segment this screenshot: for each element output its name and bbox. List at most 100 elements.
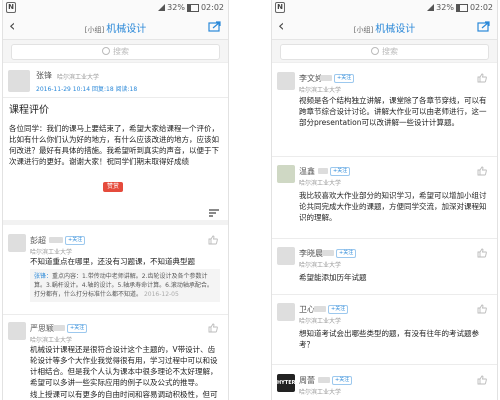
avatar[interactable] (8, 234, 26, 252)
clock: 02:02 (469, 3, 493, 12)
post-author[interactable]: 张锋 (36, 70, 52, 81)
post-title: 课程评价 (9, 105, 49, 116)
search-icon (102, 47, 110, 55)
thumbs-up-icon[interactable] (477, 166, 487, 176)
comment-school: 哈尔滨工业大学 (30, 249, 73, 256)
redacted-bar (49, 237, 63, 243)
comment-author[interactable]: 卫心 (299, 304, 315, 315)
thumbs-up-icon[interactable] (477, 375, 487, 385)
comment-school: 哈尔滨工业大学 (299, 389, 342, 396)
follow-button[interactable]: +关注 (67, 324, 88, 333)
thumbs-up-icon[interactable] (477, 304, 487, 314)
avatar[interactable] (277, 72, 295, 90)
comment-school: 哈尔滨工业大学 (299, 318, 342, 325)
comment-author[interactable]: 彭超 (30, 235, 46, 246)
divider (272, 364, 497, 365)
avatar[interactable] (277, 165, 295, 183)
comment-school: 哈尔滨工业大学 (299, 262, 342, 269)
redacted-bar (318, 377, 330, 383)
follow-button[interactable]: +关注 (332, 376, 353, 385)
avatar[interactable]: HYTERS (277, 374, 299, 392)
search-input[interactable]: 搜索 (280, 44, 489, 60)
group-bracket: [小组] (353, 26, 374, 34)
sort-icon[interactable] (209, 209, 219, 217)
search-bar: 搜索 (3, 40, 228, 63)
comment-author[interactable]: 李晓晨 (299, 248, 323, 259)
redacted-bar (53, 325, 65, 331)
comment-author[interactable]: 严思颖 (30, 323, 54, 334)
divider (3, 314, 228, 315)
comment-text: 不知道重点在哪里，还没有习题课，不知道典型题 (30, 257, 195, 266)
comment-text: 想知道考试会出哪些类型的题，有没有往年的考试题参考？ (299, 329, 479, 349)
right-phone-screen: N 32% 02:02 ‹ [小组] 机械设计 搜索 李文婷 +关注 哈尔滨工业大… (271, 0, 498, 400)
redacted-bar (314, 306, 326, 312)
group-title: 机械设计 (375, 24, 416, 35)
status-bar: N 32% 02:02 (272, 0, 497, 15)
search-icon (371, 47, 379, 55)
sim-indicator: N (6, 2, 16, 13)
share-icon[interactable] (477, 20, 491, 32)
share-icon[interactable] (208, 20, 222, 32)
thumbs-up-icon[interactable] (477, 73, 487, 83)
follow-button[interactable]: +关注 (334, 74, 355, 83)
search-input[interactable]: 搜索 (11, 44, 220, 60)
comment-text: 视频是各个结构独立讲解，课堂除了各章节穿线，可以有跨章节综合设计讨论。讲解大作业… (299, 96, 487, 127)
status-right: 32% 02:02 (427, 2, 493, 13)
signal-icon (158, 4, 166, 11)
comment-author[interactable]: 温鑫 (299, 166, 315, 177)
comment-school: 哈尔滨工业大学 (30, 337, 73, 344)
reward-button[interactable]: 赞赏 (103, 182, 123, 192)
avatar[interactable] (8, 322, 26, 340)
avatar[interactable] (8, 70, 30, 92)
nav-bar: ‹ [小组] 机械设计 (272, 15, 497, 40)
comment-school: 哈尔滨工业大学 (299, 87, 342, 94)
battery-percent: 32% (436, 3, 454, 12)
thumbs-up-icon[interactable] (477, 248, 487, 258)
left-phone-screen: N 32% 02:02 ‹ [小组] 机械设计 搜索 张锋 哈尔滨工业大学 201… (2, 0, 229, 400)
avatar[interactable] (277, 247, 295, 265)
page-title: [小组] 机械设计 (272, 20, 497, 35)
redacted-bar (318, 168, 328, 174)
section-separator (3, 220, 228, 225)
comment-author[interactable]: 周蕾 (299, 375, 315, 386)
comment-school: 哈尔滨工业大学 (299, 180, 342, 187)
divider (272, 238, 497, 239)
signal-icon (427, 4, 435, 11)
comment-text: 我比较喜欢大作业部分的知识学习，希望可以增加小组讨论共同完成大作业的课题，方便同… (299, 191, 487, 222)
clock: 02:02 (200, 3, 224, 12)
group-title: 机械设计 (106, 24, 147, 35)
follow-button[interactable]: +关注 (65, 236, 86, 245)
avatar[interactable] (277, 303, 295, 321)
divider (272, 294, 497, 295)
reply-time: 2016-12-05 (143, 291, 179, 298)
battery-percent: 32% (167, 3, 185, 12)
divider (272, 156, 497, 157)
post-body: 各位同学：我们的课马上要结束了，希望大家给课程一个评价，比如有什么你们认为好的地… (9, 124, 219, 166)
comment-text-continued: 线上授课可以有更多的自由时间和容易调动积极性，但可 (30, 390, 218, 399)
follow-button[interactable]: +关注 (328, 305, 349, 314)
comment-text: 希望能添加历年试题 (299, 273, 367, 282)
status-bar: N 32% 02:02 (3, 0, 228, 15)
post-school: 哈尔滨工业大学 (57, 74, 100, 81)
search-placeholder: 搜索 (382, 47, 398, 56)
page-title: [小组] 机械设计 (3, 20, 228, 35)
battery-icon (186, 3, 199, 12)
thumbs-up-icon[interactable] (208, 323, 218, 333)
redacted-bar (322, 250, 334, 256)
follow-button[interactable]: +关注 (330, 167, 351, 176)
redacted-bar (320, 75, 332, 81)
group-bracket: [小组] (84, 26, 105, 34)
reply-box: 张锋：重点内容：1.带传动中老师讲解。2.齿轮设计及各个参数计算。3.蜗杆设计。… (30, 269, 220, 302)
sim-indicator: N (275, 2, 285, 13)
divider (3, 97, 228, 98)
thumbs-up-icon[interactable] (208, 235, 218, 245)
reply-author[interactable]: 张锋： (34, 273, 52, 280)
follow-button[interactable]: +关注 (336, 249, 357, 258)
comment-text: 机械设计课程还是很符合设计这个主题的，V带设计、齿轮设计等多个大作业我觉得很有用… (30, 345, 218, 387)
search-bar: 搜索 (272, 40, 497, 63)
search-placeholder: 搜索 (113, 47, 129, 56)
post-meta: 2016-11-29 10:14 回复:18 阅读:18 (36, 86, 138, 93)
nav-bar: ‹ [小组] 机械设计 (3, 15, 228, 40)
battery-icon (455, 3, 468, 12)
reply-text: 重点内容：1.带传动中老师讲解。2.齿轮设计及各个参数计算。3.蜗杆设计。4.轴… (34, 273, 213, 298)
